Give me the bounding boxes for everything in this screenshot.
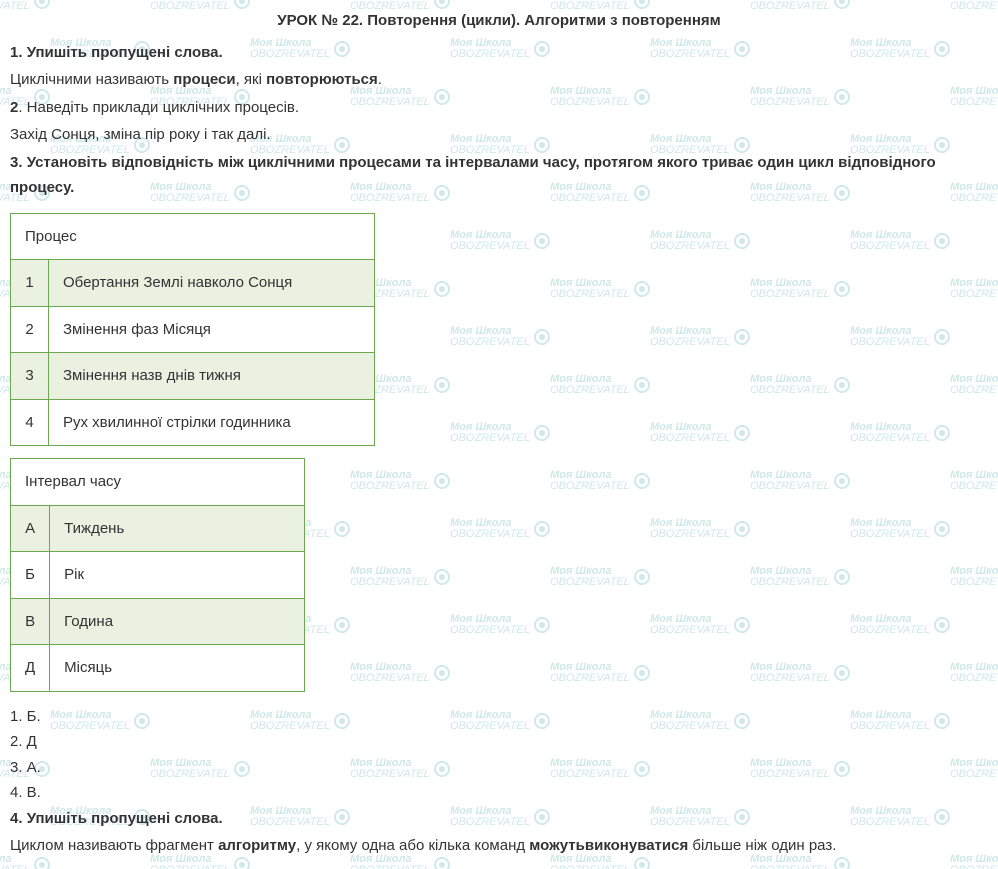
q3-prompt-text: Установіть відповідність між циклічними …	[10, 154, 936, 197]
row-letter: Д	[11, 645, 50, 692]
table-row: Б Рік	[11, 552, 305, 599]
table-row: 3 Змінення назв днів тижня	[11, 353, 375, 400]
q1-answer: Циклічними називають процеси, які повтор…	[10, 67, 988, 93]
q1-prompt-text: Упишіть пропущені слова.	[27, 44, 223, 61]
q4-suffix: більше ніж один раз.	[688, 837, 836, 854]
row-letter: А	[11, 505, 50, 552]
q4-answer: Циклом називають фрагмент алгоритму, у я…	[10, 833, 988, 859]
q4-prompt-text: Упишіть пропущені слова.	[27, 810, 223, 827]
q4-mid: , у якому одна або кілька команд	[296, 837, 529, 854]
q1-prompt: 1. Упишіть пропущені слова.	[10, 40, 988, 66]
q1-prefix: Циклічними називають	[10, 71, 173, 88]
table1-header: Процес	[11, 213, 375, 260]
q4-prompt: 4. Упишіть пропущені слова.	[10, 806, 988, 832]
table-row: 4 Рух хвилинної стрілки годинника	[11, 399, 375, 446]
q2-answer: Захід Сонця, зміна пір року і так далі.	[10, 122, 988, 148]
q4-prefix: Циклом називають фрагмент	[10, 837, 218, 854]
q1-word2: повторюються	[266, 71, 378, 88]
q2-prompt: 2. Наведіть приклади циклічних процесів.	[10, 95, 988, 121]
row-text: Рік	[50, 552, 305, 599]
row-number: 1	[11, 260, 49, 307]
row-text: Змінення фаз Місяця	[49, 306, 375, 353]
process-table: Процес 1 Обертання Землі навколо Сонця 2…	[10, 213, 375, 447]
q4-number: 4.	[10, 810, 23, 827]
answers-list: 1. Б. 2. Д 3. А. 4. В.	[10, 704, 988, 806]
row-letter: Б	[11, 552, 50, 599]
row-text: Змінення назв днів тижня	[49, 353, 375, 400]
q2-prompt-text: . Наведіть приклади циклічних процесів.	[18, 99, 299, 116]
table-row: 2 Змінення фаз Місяця	[11, 306, 375, 353]
table2-header: Інтервал часу	[11, 459, 305, 506]
q1-number: 1.	[10, 44, 23, 61]
row-text: Місяць	[50, 645, 305, 692]
q1-suffix: .	[378, 71, 382, 88]
row-text: Тиждень	[50, 505, 305, 552]
q4-word1: алгоритму	[218, 837, 296, 854]
q1-mid: , які	[236, 71, 267, 88]
row-number: 4	[11, 399, 49, 446]
answer-item: 1. Б.	[10, 704, 988, 730]
row-text: Година	[50, 598, 305, 645]
q1-word1: процеси	[173, 71, 235, 88]
row-number: 2	[11, 306, 49, 353]
row-letter: В	[11, 598, 50, 645]
table-row: 1 Обертання Землі навколо Сонця	[11, 260, 375, 307]
interval-table: Інтервал часу А Тиждень Б Рік В Година Д…	[10, 458, 305, 692]
row-text: Рух хвилинної стрілки годинника	[49, 399, 375, 446]
answer-item: 4. В.	[10, 780, 988, 806]
q3-number: 3.	[10, 154, 23, 171]
page-title: УРОК № 22. Повторення (цикли). Алгоритми…	[10, 8, 988, 34]
q4-word2: можутьвиконуватися	[529, 837, 688, 854]
answer-item: 2. Д	[10, 729, 988, 755]
row-number: 3	[11, 353, 49, 400]
answer-item: 3. А.	[10, 755, 988, 781]
table-row: А Тиждень	[11, 505, 305, 552]
q3-prompt: 3. Установіть відповідність між циклічни…	[10, 150, 988, 201]
row-text: Обертання Землі навколо Сонця	[49, 260, 375, 307]
table-row: В Година	[11, 598, 305, 645]
table-row: Д Місяць	[11, 645, 305, 692]
